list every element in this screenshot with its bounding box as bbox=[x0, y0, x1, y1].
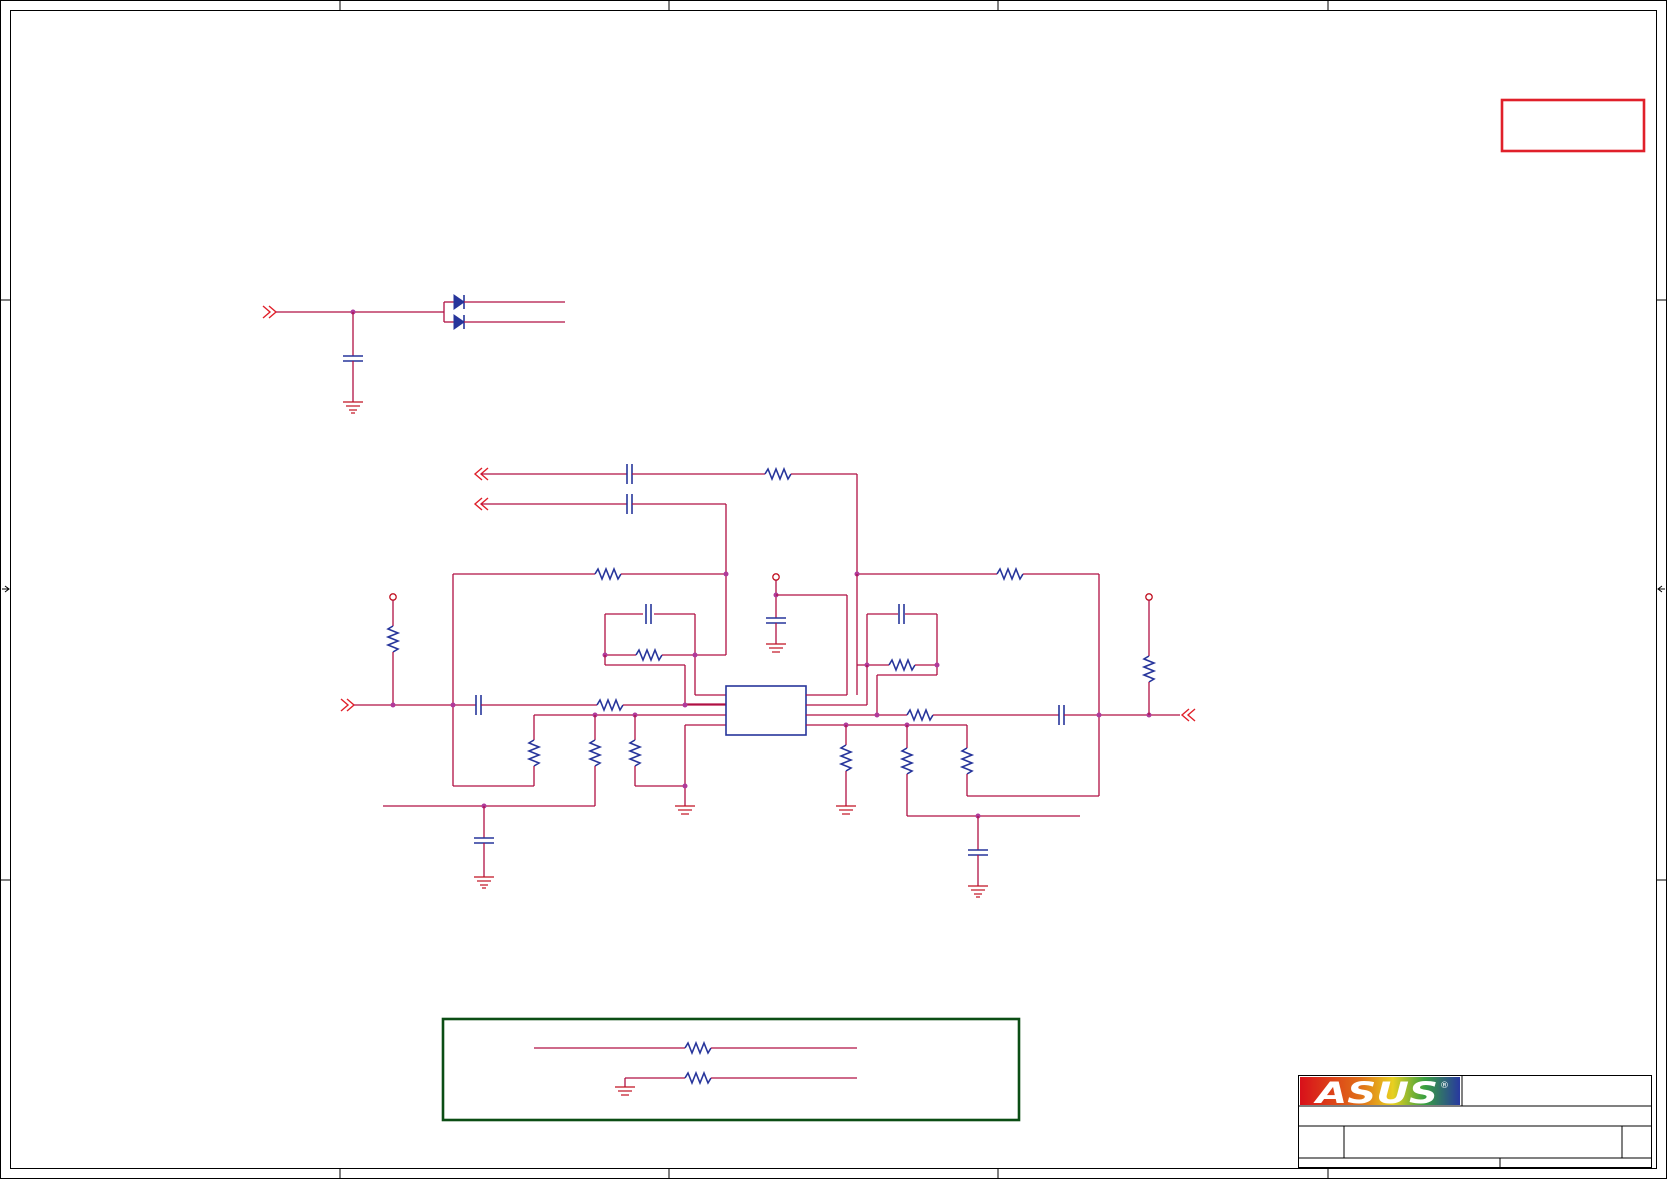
amplifier-section bbox=[340, 464, 1196, 898]
ground-icon bbox=[836, 805, 856, 815]
option-box bbox=[441, 1017, 1021, 1122]
note-box bbox=[1500, 98, 1646, 153]
resistor-icon bbox=[764, 466, 792, 482]
resistor-icon bbox=[888, 657, 916, 673]
resistor-icon bbox=[684, 1040, 712, 1056]
capacitor-icon bbox=[626, 494, 633, 514]
diode-icon bbox=[453, 314, 465, 330]
ground-icon bbox=[766, 643, 786, 653]
power-rail-icon bbox=[389, 593, 397, 601]
ground-icon bbox=[968, 885, 988, 898]
capacitor-icon bbox=[898, 604, 905, 624]
sheet-border bbox=[0, 0, 1667, 1179]
capacitor-icon bbox=[474, 837, 494, 844]
capacitor-icon bbox=[1058, 705, 1065, 725]
resistor-icon bbox=[594, 566, 622, 582]
offpage-connector-icon bbox=[340, 698, 356, 712]
schematic-canvas: ASUS ® bbox=[0, 0, 1667, 1179]
ground-icon bbox=[615, 1086, 635, 1096]
ground-icon bbox=[474, 876, 494, 889]
capacitor-icon bbox=[343, 355, 363, 362]
capacitor-icon bbox=[645, 604, 652, 624]
resistor-icon bbox=[959, 747, 975, 775]
resistor-icon bbox=[526, 739, 542, 767]
resistor-icon bbox=[1141, 655, 1157, 683]
schematic-sheet: ASUS ® bbox=[0, 0, 1667, 1179]
resistor-icon bbox=[596, 697, 624, 713]
power-rail-icon bbox=[772, 573, 780, 581]
resistor-icon bbox=[899, 747, 915, 775]
registered-mark: ® bbox=[1440, 1081, 1449, 1091]
resistor-icon bbox=[587, 739, 603, 767]
resistor-icon bbox=[906, 707, 934, 723]
diode-input-section bbox=[262, 294, 565, 414]
resistor-icon bbox=[838, 744, 854, 772]
capacitor-icon bbox=[968, 849, 988, 856]
capacitor-icon bbox=[626, 464, 633, 484]
logo-brand-text: ASUS bbox=[1313, 1076, 1438, 1110]
ground-icon bbox=[675, 805, 695, 815]
offpage-connector-icon bbox=[1180, 708, 1196, 722]
asus-logo: ASUS ® bbox=[1300, 1076, 1460, 1110]
resistor-icon bbox=[627, 739, 643, 767]
capacitor-icon bbox=[475, 695, 482, 715]
offpage-connector-icon bbox=[262, 305, 278, 319]
resistor-icon bbox=[385, 625, 401, 653]
ground-icon bbox=[343, 401, 363, 414]
resistor-icon bbox=[635, 647, 663, 663]
resistor-icon bbox=[684, 1070, 712, 1086]
diode-icon bbox=[453, 294, 465, 310]
ic-chip bbox=[725, 685, 807, 736]
power-rail-icon bbox=[1145, 593, 1153, 601]
capacitor-icon bbox=[766, 617, 786, 624]
resistor-icon bbox=[996, 566, 1024, 582]
